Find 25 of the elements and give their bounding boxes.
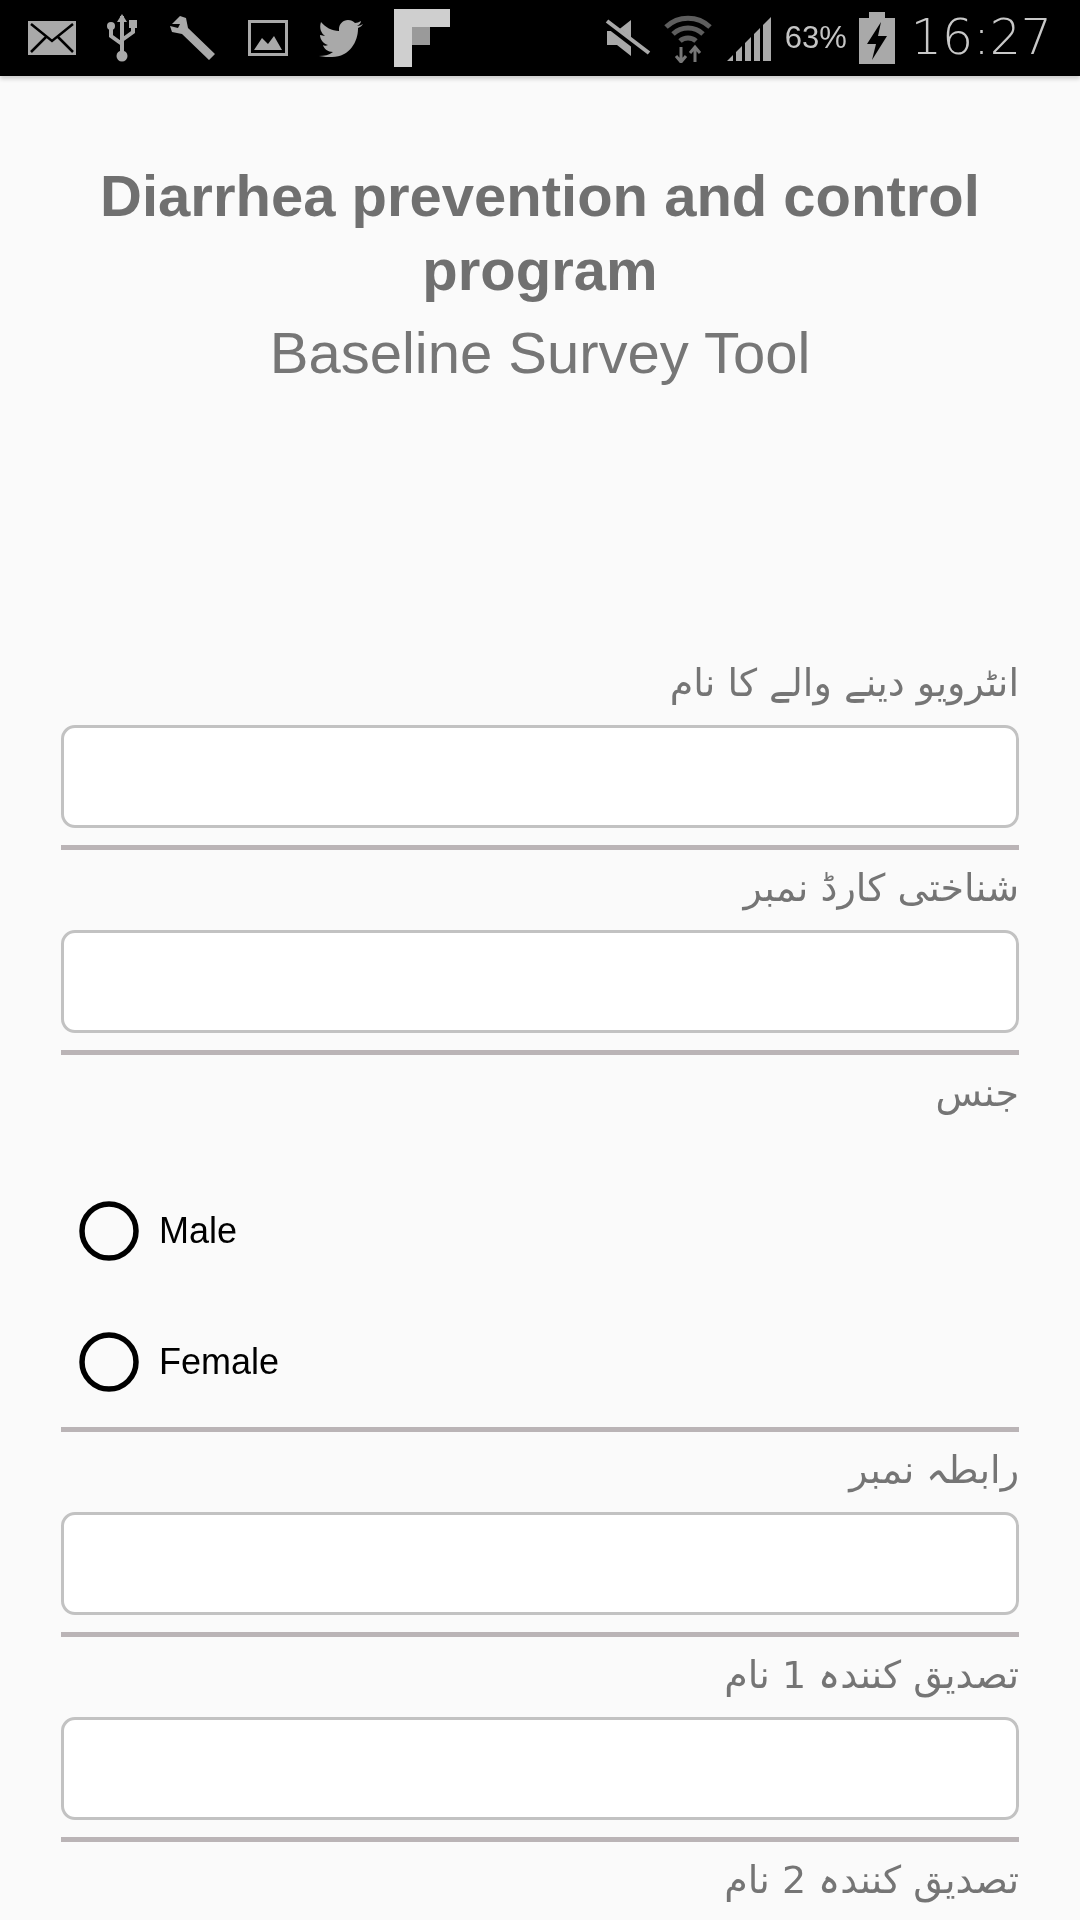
- app-title: Diarrhea prevention and control program: [99, 162, 981, 304]
- wrench-icon: [168, 14, 218, 62]
- text-input-field[interactable]: [61, 1717, 1019, 1820]
- text-input-field[interactable]: [61, 1512, 1019, 1615]
- wifi-icon: [662, 13, 713, 63]
- field-label: انٹرویو دینے والے کا نام: [669, 660, 1019, 706]
- mail-icon: [28, 21, 76, 55]
- bird-icon: [318, 19, 364, 57]
- clock-time: 16:27: [910, 10, 1052, 66]
- field-label: رابطہ نمبر: [849, 1447, 1019, 1493]
- image-icon: [248, 20, 288, 56]
- battery-percentage: 63%: [784, 20, 847, 56]
- field-label: تصدیق کنندہ 1 نام: [724, 1652, 1019, 1698]
- text-input-field[interactable]: [61, 930, 1019, 1033]
- field-label: تصدیق کنندہ 2 نام: [724, 1857, 1019, 1903]
- charging-battery-icon: [858, 12, 895, 64]
- radio-option[interactable]: Female: [79, 1331, 280, 1392]
- muted-speaker-icon: [602, 18, 651, 58]
- tiles-icon: [394, 9, 450, 67]
- field-label: جنس: [935, 1070, 1019, 1116]
- radio-option[interactable]: Male: [79, 1200, 238, 1261]
- field-label: شناختی کارڈ نمبر: [743, 865, 1019, 911]
- usb-icon: [106, 14, 138, 62]
- text-input-field[interactable]: [61, 725, 1019, 828]
- app-subtitle: Baseline Survey Tool: [269, 319, 811, 387]
